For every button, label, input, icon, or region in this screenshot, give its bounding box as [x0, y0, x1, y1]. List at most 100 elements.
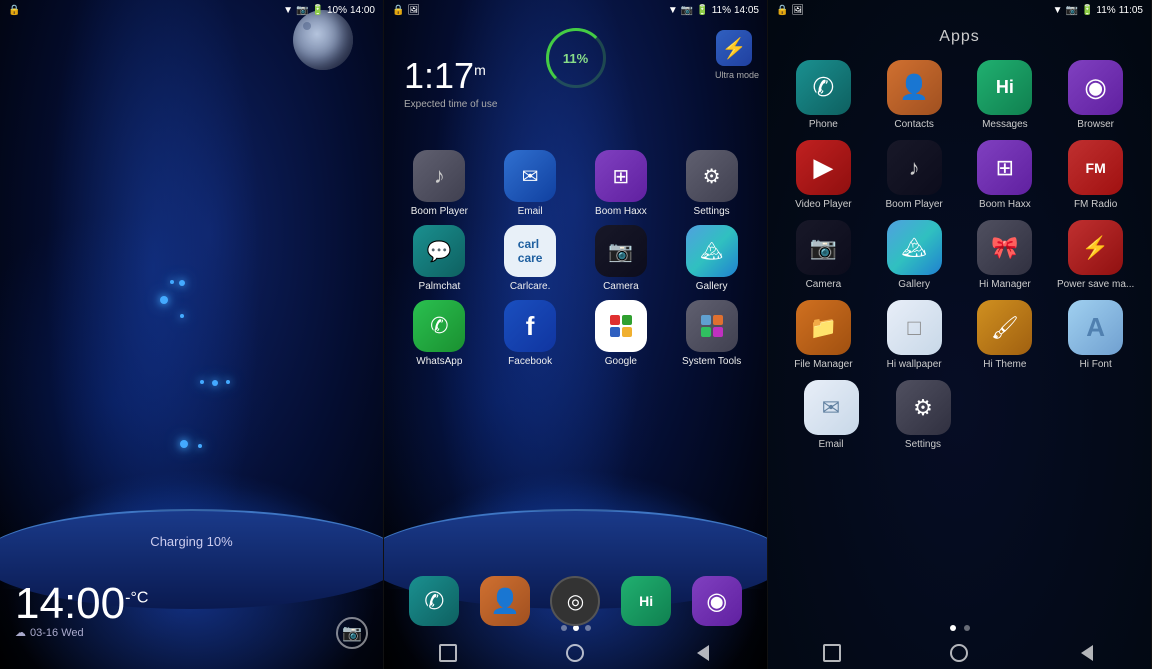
- drawer-messages[interactable]: Hi Messages: [970, 60, 1040, 130]
- status-right-1: ▼ 📷 🔋 10% 14:00: [283, 5, 375, 16]
- drawer-file-manager[interactable]: 📁 File Manager: [788, 300, 858, 370]
- drawer-fm-radio[interactable]: FM FM Radio: [1061, 140, 1131, 210]
- apps-dot-1: [950, 625, 956, 631]
- app-icon-google: [595, 300, 647, 352]
- home-dock: ✆ 👤 ◎ Hi ◉: [384, 568, 767, 634]
- nav-back-button[interactable]: [693, 643, 713, 663]
- drawer-boom-player[interactable]: ♪ Boom Player: [879, 140, 949, 210]
- drawer-hi-theme[interactable]: 🖌 Hi Theme: [970, 300, 1040, 370]
- drawer-browser[interactable]: ◉ Browser: [1061, 60, 1131, 130]
- app-carlcare[interactable]: carlcare Carlcare.: [495, 225, 565, 292]
- nav-home-button-3[interactable]: [949, 643, 969, 663]
- nav-recent-button[interactable]: [438, 643, 458, 663]
- whatsapp-icon: ✆: [430, 313, 448, 339]
- app-whatsapp[interactable]: ✆ WhatsApp: [404, 300, 474, 367]
- glow-dot: [170, 280, 174, 284]
- clock-digits: 1:17: [404, 55, 474, 96]
- drawer-contacts[interactable]: 👤 Contacts: [879, 60, 949, 130]
- dock-hi[interactable]: Hi: [621, 576, 671, 626]
- contacts-icon: 👤: [490, 587, 520, 616]
- drawer-contacts-icon: 👤: [887, 60, 942, 115]
- drawer-email-icon: ✉: [804, 380, 859, 435]
- apps-row-3: 📷 Camera 🏔 Gallery 🎀 Hi Manager ⚡: [778, 220, 1141, 290]
- camera-icon: 📷: [342, 623, 362, 643]
- battery-circle-widget: 11%: [546, 28, 606, 88]
- camera-icon-2: 📷: [681, 5, 693, 16]
- app-camera[interactable]: 📷 Camera: [586, 225, 656, 292]
- battery-pct-1: 10%: [327, 5, 347, 16]
- drawer-camera[interactable]: 📷 Camera: [788, 220, 858, 290]
- drawer-hi-manager[interactable]: 🎀 Hi Manager: [970, 220, 1040, 290]
- nav-back-button-3[interactable]: [1077, 643, 1097, 663]
- drawer-email[interactable]: ✉ Email: [796, 380, 866, 450]
- dock-launcher[interactable]: ◎: [550, 576, 600, 626]
- camera-app-icon: 📷: [608, 239, 633, 264]
- app-palmchat[interactable]: 💬 Palmchat: [404, 225, 474, 292]
- drawer-phone[interactable]: ✆ Phone: [788, 60, 858, 130]
- dock-contacts[interactable]: 👤: [480, 576, 530, 626]
- app-email[interactable]: ✉ Email: [495, 150, 565, 217]
- drawer-browser-label: Browser: [1077, 119, 1114, 130]
- time-3: 11:05: [1119, 5, 1143, 16]
- camera-drawer-icon: 📷: [810, 235, 837, 261]
- home-app-grid: ♪ Boom Player ✉ Email ⊞ Boom Haxx ⚙: [384, 150, 767, 375]
- dock-browser[interactable]: ◉: [692, 576, 742, 626]
- launcher-icon: ◎: [567, 589, 584, 614]
- home-screen-panel: 🔒 🖼 ▼ 📷 🔋 11% 14:05 1:17m Expected time …: [384, 0, 768, 669]
- app-boom-haxx[interactable]: ⊞ Boom Haxx: [586, 150, 656, 217]
- drawer-power-save[interactable]: ⚡ Power save ma...: [1061, 220, 1131, 290]
- drawer-hi-font[interactable]: A Hi Font: [1061, 300, 1131, 370]
- app-icon-boom-haxx: ⊞: [595, 150, 647, 202]
- lightning-icon: ⚡: [722, 36, 747, 61]
- drawer-camera-label: Camera: [806, 279, 842, 290]
- app-google[interactable]: Google: [586, 300, 656, 367]
- apps-drawer-title: Apps: [768, 28, 1151, 46]
- drawer-messages-icon: Hi: [977, 60, 1032, 115]
- app-label-gallery: Gallery: [696, 281, 728, 292]
- status-left-2: 🔒 🖼: [392, 5, 420, 16]
- apps-row-4: 📁 File Manager □ Hi wallpaper 🖌 Hi Theme…: [778, 300, 1141, 370]
- drawer-video-player[interactable]: ▶ Video Player: [788, 140, 858, 210]
- apps-row-1: ✆ Phone 👤 Contacts Hi Messages ◉: [778, 60, 1141, 130]
- app-icon-boom-player: ♪: [413, 150, 465, 202]
- app-label-whatsapp: WhatsApp: [416, 356, 462, 367]
- lightning-power-icon: ⚡: [1082, 235, 1109, 261]
- dock-phone[interactable]: ✆: [409, 576, 459, 626]
- phone-drawer-icon: ✆: [812, 72, 834, 103]
- drawer-boom-haxx[interactable]: ⊞ Boom Haxx: [970, 140, 1040, 210]
- settings-drawer-icon: ⚙: [913, 395, 933, 421]
- nav-home-button[interactable]: [565, 643, 585, 663]
- nav-bar-2: [384, 637, 767, 669]
- status-bar-3: 🔒 🖼 ▼ 📷 🔋 11% 11:05: [768, 0, 1151, 20]
- camera-icon-3: 📷: [1066, 5, 1078, 16]
- app-boom-player[interactable]: ♪ Boom Player: [404, 150, 474, 217]
- drawer-file-manager-label: File Manager: [794, 359, 852, 370]
- contacts-drawer-icon: 👤: [899, 73, 929, 102]
- gallery-drawer-icon: 🏔: [901, 235, 926, 260]
- drawer-gallery[interactable]: 🏔 Gallery: [879, 220, 949, 290]
- app-icon-carlcare: carlcare: [504, 225, 556, 277]
- ultra-mode-button[interactable]: ⚡: [716, 30, 752, 66]
- app-gallery[interactable]: 🏔 Gallery: [677, 225, 747, 292]
- status-right-2: ▼ 📷 🔋 11% 14:05: [668, 5, 759, 16]
- app-system-tools[interactable]: System Tools: [677, 300, 747, 367]
- drawer-settings[interactable]: ⚙ Settings: [888, 380, 958, 450]
- lock-camera-button[interactable]: 📷: [336, 617, 368, 649]
- glow-dot: [198, 444, 202, 448]
- status-left-3: 🔒 🖼: [776, 5, 804, 16]
- font-a-icon: A: [1086, 312, 1105, 343]
- glow-dot: [226, 380, 230, 384]
- app-icon-settings: ⚙: [686, 150, 738, 202]
- drawer-hi-wallpaper[interactable]: □ Hi wallpaper: [879, 300, 949, 370]
- messages-hi-icon: Hi: [996, 77, 1014, 98]
- nav-recent-button-3[interactable]: [822, 643, 842, 663]
- glow-dots-3: [180, 440, 202, 448]
- signal-icon-2: ▼: [668, 5, 678, 16]
- app-facebook[interactable]: f Facebook: [495, 300, 565, 367]
- app-icon-whatsapp: ✆: [413, 300, 465, 352]
- drawer-hi-theme-icon: 🖌: [977, 300, 1032, 355]
- app-settings[interactable]: ⚙ Settings: [677, 150, 747, 217]
- google-grid-icon: [606, 311, 636, 341]
- wallpaper-icon: □: [907, 315, 920, 341]
- lock-icon: 🔒: [8, 5, 20, 16]
